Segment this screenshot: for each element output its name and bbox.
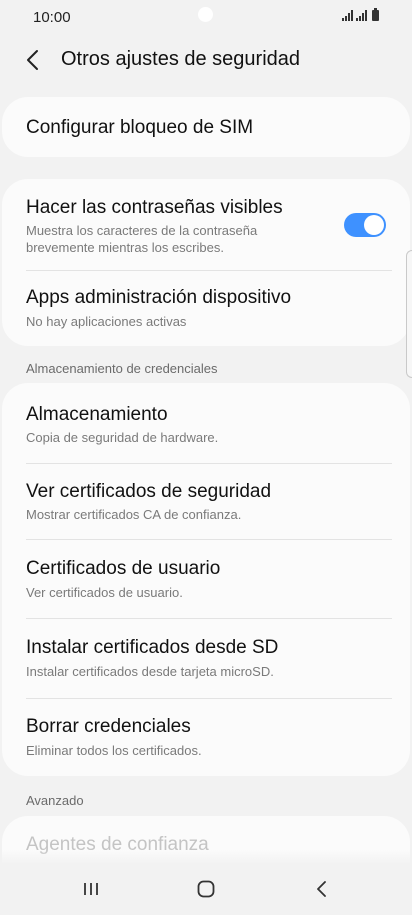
view-security-certs-title: Ver certificados de seguridad bbox=[26, 481, 272, 502]
show-passwords-subtitle-2: brevemente mientras los escribes. bbox=[26, 240, 224, 255]
user-certs-item[interactable]: Certificados de usuario Ver certificados… bbox=[2, 540, 410, 618]
status-time: 10:00 bbox=[33, 9, 71, 26]
signal-icon-2 bbox=[356, 10, 367, 21]
view-security-certs-subtitle: Mostrar certificados CA de confianza. bbox=[26, 507, 242, 522]
install-certs-sd-subtitle: Instalar certificados desde tarjeta micr… bbox=[26, 664, 274, 679]
credential-storage-subtitle: Copia de seguridad de hardware. bbox=[26, 430, 219, 445]
sim-card-group: Configurar bloqueo de SIM bbox=[2, 97, 410, 157]
app-bar: Otros ajustes de seguridad bbox=[0, 36, 412, 84]
device-admin-title: Apps administración dispositivo bbox=[26, 287, 292, 308]
install-certs-sd-title: Instalar certificados desde SD bbox=[26, 637, 279, 658]
back-icon[interactable] bbox=[307, 875, 337, 903]
clear-credentials-title: Borrar credenciales bbox=[26, 716, 191, 737]
home-icon[interactable] bbox=[191, 875, 221, 903]
sim-lock-item[interactable]: Configurar bloqueo de SIM bbox=[2, 97, 410, 157]
recent-apps-icon[interactable] bbox=[76, 875, 106, 903]
clear-credentials-subtitle: Eliminar todos los certificados. bbox=[26, 743, 202, 758]
show-passwords-subtitle-1: Muestra los caracteres de la contraseña bbox=[26, 223, 258, 238]
status-icons bbox=[342, 8, 379, 21]
signal-icon bbox=[342, 10, 353, 21]
credential-storage-item[interactable]: Almacenamiento Copia de seguridad de har… bbox=[2, 383, 410, 463]
view-security-certs-item[interactable]: Ver certificados de seguridad Mostrar ce… bbox=[2, 464, 410, 539]
navigation-bar bbox=[0, 863, 412, 915]
show-passwords-toggle[interactable] bbox=[344, 213, 386, 237]
show-passwords-item[interactable]: Hacer las contraseñas visibles Muestra l… bbox=[2, 179, 410, 269]
credentials-card-group: Almacenamiento Copia de seguridad de har… bbox=[2, 383, 410, 776]
device-admin-subtitle: No hay aplicaciones activas bbox=[26, 314, 187, 329]
battery-icon bbox=[372, 8, 379, 21]
user-certs-subtitle: Ver certificados de usuario. bbox=[26, 585, 183, 600]
device-admin-item[interactable]: Apps administración dispositivo No hay a… bbox=[2, 271, 410, 346]
scrollbar-handle[interactable] bbox=[406, 250, 412, 378]
security-card-group: Hacer las contraseñas visibles Muestra l… bbox=[2, 179, 410, 346]
show-passwords-title: Hacer las contraseñas visibles bbox=[26, 197, 283, 218]
install-certs-sd-item[interactable]: Instalar certificados desde SD Instalar … bbox=[2, 619, 410, 698]
chevron-left-icon[interactable] bbox=[22, 46, 46, 74]
sim-lock-title: Configurar bloqueo de SIM bbox=[26, 117, 254, 138]
credential-storage-title: Almacenamiento bbox=[26, 404, 168, 425]
clear-credentials-item[interactable]: Borrar credenciales Eliminar todos los c… bbox=[2, 699, 410, 776]
toggle-knob bbox=[364, 215, 384, 235]
credentials-section-label: Almacenamiento de credenciales bbox=[26, 361, 218, 376]
status-bar: 10:00 bbox=[0, 0, 412, 36]
camera-cutout bbox=[198, 7, 213, 22]
user-certs-title: Certificados de usuario bbox=[26, 558, 221, 579]
advanced-section-label: Avanzado bbox=[26, 793, 84, 808]
scroll-fade bbox=[2, 850, 410, 864]
page-title: Otros ajustes de seguridad bbox=[61, 48, 301, 70]
